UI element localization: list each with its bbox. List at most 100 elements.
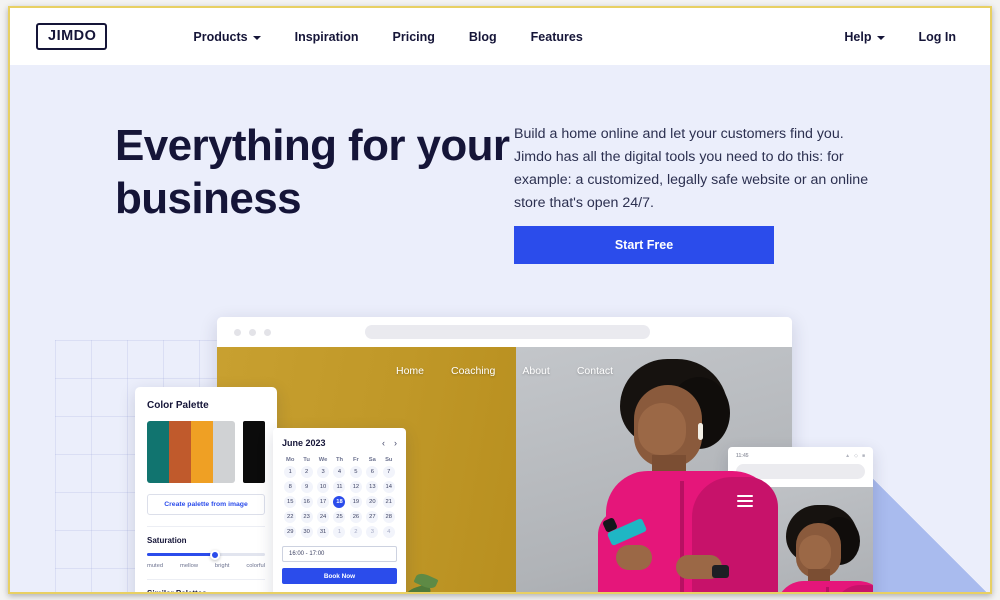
create-palette-from-image-button[interactable]: Create palette from image — [147, 494, 265, 515]
calendar-day-number: 4 — [382, 526, 395, 538]
calendar-day[interactable]: 2 — [298, 466, 314, 478]
calendar-day[interactable]: 29 — [282, 526, 298, 538]
calendar-day[interactable]: 13 — [364, 481, 380, 493]
saturation-slider[interactable] — [147, 549, 265, 560]
nav-item-inspiration[interactable]: Inspiration — [295, 30, 359, 44]
calendar-day[interactable]: 14 — [381, 481, 397, 493]
calendar-day-number: 4 — [333, 466, 346, 478]
calendar-day-number: 13 — [366, 481, 379, 493]
palette-swatch-group — [147, 421, 235, 483]
mockup-nav-about[interactable]: About — [522, 365, 549, 377]
nav-item-features[interactable]: Features — [531, 30, 583, 44]
calendar-day[interactable]: 21 — [381, 496, 397, 508]
calendar-day[interactable]: 20 — [364, 496, 380, 508]
calendar-day-number: 20 — [366, 496, 379, 508]
saturation-slider-thumb[interactable] — [210, 549, 221, 560]
calendar-day[interactable]: 3 — [315, 466, 331, 478]
chevron-left-icon[interactable]: ‹ — [382, 438, 385, 448]
calendar-day[interactable]: 17 — [315, 496, 331, 508]
nav-item-help[interactable]: Help — [844, 29, 885, 44]
window-minimize-dot — [249, 328, 256, 336]
mockup-nav-contact[interactable]: Contact — [577, 365, 613, 377]
book-now-button[interactable]: Book Now — [282, 568, 397, 584]
secondary-navigation: Help Log In — [844, 30, 956, 44]
plant-decoration — [403, 571, 457, 592]
swatch-black[interactable] — [243, 421, 265, 483]
calendar-day[interactable]: 30 — [298, 526, 314, 538]
day-name-fr: Fr — [353, 457, 359, 463]
calendar-day-number: 29 — [284, 526, 297, 538]
calendar-day-number: 22 — [284, 511, 297, 523]
palette-swatch-row — [147, 421, 265, 483]
saturation-tick-muted: muted — [147, 563, 164, 569]
calendar-day[interactable]: 25 — [331, 511, 347, 523]
window-close-dot — [234, 328, 241, 336]
calendar-day-number: 11 — [333, 481, 346, 493]
mockup-nav-home[interactable]: Home — [396, 365, 424, 377]
calendar-day-number: 17 — [317, 496, 330, 508]
time-slot-field[interactable]: 16:00 - 17:00 — [282, 546, 397, 562]
browser-page-frame: JIMDO Products Inspiration Pricing Blog … — [8, 6, 992, 594]
calendar-day-selected[interactable]: 18 — [331, 496, 347, 508]
calendar-day[interactable]: 5 — [348, 466, 364, 478]
calendar-day[interactable]: 16 — [298, 496, 314, 508]
earring-shape — [698, 423, 703, 440]
nav-item-help-label: Help — [844, 29, 872, 44]
site-navbar: JIMDO Products Inspiration Pricing Blog … — [10, 8, 990, 65]
calendar-day[interactable]: 8 — [282, 481, 298, 493]
calendar-day[interactable]: 11 — [331, 481, 347, 493]
calendar-day[interactable]: 28 — [381, 511, 397, 523]
mockup-address-bar[interactable] — [365, 325, 650, 339]
nav-item-login[interactable]: Log In — [919, 30, 957, 44]
calendar-day[interactable]: 15 — [282, 496, 298, 508]
calendar-day[interactable]: 22 — [282, 511, 298, 523]
hamburger-menu-icon[interactable] — [737, 495, 753, 510]
calendar-day[interactable]: 23 — [298, 511, 314, 523]
nav-item-products[interactable]: Products — [193, 30, 261, 44]
saturation-slider-fill — [147, 553, 216, 556]
calendar-day[interactable]: 12 — [348, 481, 364, 493]
page-title: Everything for your business — [115, 121, 510, 223]
calendar-day[interactable]: 10 — [315, 481, 331, 493]
nav-item-pricing[interactable]: Pricing — [393, 30, 435, 44]
nav-item-blog[interactable]: Blog — [469, 30, 497, 44]
calendar-day[interactable]: 7 — [381, 466, 397, 478]
calendar-day[interactable]: 1 — [282, 466, 298, 478]
calendar-day[interactable]: 27 — [364, 511, 380, 523]
calendar-day-number: 3 — [366, 526, 379, 538]
calendar-day[interactable]: 24 — [315, 511, 331, 523]
calendar-day[interactable]: 4 — [331, 466, 347, 478]
mockup-site-navigation: Home Coaching About Contact — [217, 365, 792, 377]
calendar-day-number: 1 — [333, 526, 346, 538]
color-palette-title: Color Palette — [147, 400, 209, 411]
calendar-day-number: 2 — [300, 466, 313, 478]
swatch-amber[interactable] — [191, 421, 213, 483]
calendar-day[interactable]: 3 — [364, 526, 380, 538]
mockup-nav-coaching[interactable]: Coaching — [451, 365, 495, 377]
swatch-rust[interactable] — [169, 421, 191, 483]
calendar-day-number: 28 — [382, 511, 395, 523]
card-divider — [147, 526, 265, 527]
start-free-button[interactable]: Start Free — [514, 226, 774, 264]
calendar-day[interactable]: 2 — [348, 526, 364, 538]
calendar-day-number: 26 — [349, 511, 362, 523]
calendar-day[interactable]: 4 — [381, 526, 397, 538]
calendar-header: June 2023 ‹ › — [282, 438, 397, 448]
calendar-day[interactable]: 19 — [348, 496, 364, 508]
calendar-day-number: 15 — [284, 496, 297, 508]
calendar-week-row: 1234567 — [282, 466, 397, 478]
face-highlight — [638, 403, 686, 455]
chevron-right-icon[interactable]: › — [394, 438, 397, 448]
swatch-grey[interactable] — [213, 421, 235, 483]
calendar-day[interactable]: 26 — [348, 511, 364, 523]
jimdo-logo[interactable]: JIMDO — [36, 23, 108, 50]
calendar-day[interactable]: 6 — [364, 466, 380, 478]
calendar-day[interactable]: 9 — [298, 481, 314, 493]
calendar-day[interactable]: 31 — [315, 526, 331, 538]
swatch-teal[interactable] — [147, 421, 169, 483]
calendar-week-row: 22 23 24 25 26 27 28 — [282, 511, 397, 523]
calendar-day-number: 8 — [284, 481, 297, 493]
calendar-day[interactable]: 1 — [331, 526, 347, 538]
chevron-down-icon — [252, 35, 261, 40]
calendar-day-number: 14 — [382, 481, 395, 493]
